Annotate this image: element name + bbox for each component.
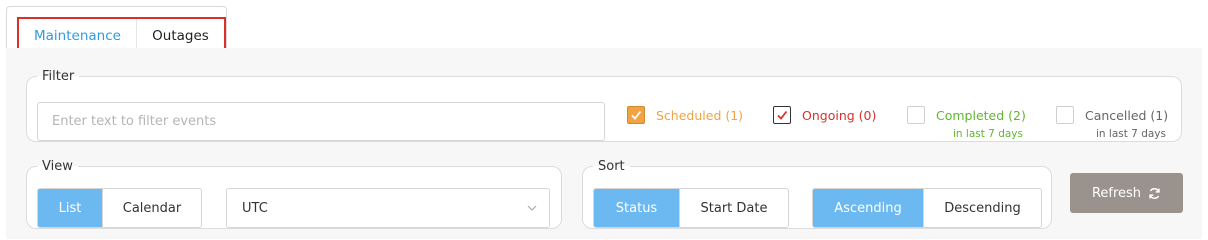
- completed-checkbox[interactable]: [907, 106, 925, 124]
- sort-legend: Sort: [598, 159, 625, 174]
- view-group: View List Calendar UTC: [26, 159, 562, 229]
- chevron-down-icon: [527, 205, 537, 211]
- cancelled-label[interactable]: Cancelled (1): [1085, 108, 1168, 123]
- filter-input[interactable]: [37, 102, 605, 141]
- filter-group: Filter Scheduled (1) Ongoing (0) Complet…: [26, 69, 1182, 142]
- sort-descending-button[interactable]: Descending: [923, 189, 1041, 227]
- sort-group: Sort Status Start Date Ascending Descend…: [582, 159, 1052, 229]
- scheduled-checkbox[interactable]: [627, 106, 645, 124]
- sort-order-toggle: Ascending Descending: [812, 188, 1042, 228]
- check-icon: [631, 110, 642, 120]
- cancelled-subtext: in last 7 days: [1096, 128, 1166, 140]
- sort-field-toggle: Status Start Date: [593, 188, 789, 228]
- view-legend: View: [42, 159, 73, 174]
- scheduled-label[interactable]: Scheduled (1): [656, 108, 743, 123]
- cancelled-checkbox[interactable]: [1056, 106, 1074, 124]
- completed-subtext: in last 7 days: [953, 128, 1023, 140]
- ongoing-checkbox[interactable]: [773, 106, 791, 124]
- timezone-value: UTC: [242, 200, 268, 216]
- sort-status-button[interactable]: Status: [594, 189, 679, 227]
- check-icon: [777, 110, 788, 120]
- sort-ascending-button[interactable]: Ascending: [813, 189, 923, 227]
- filter-legend: Filter: [42, 69, 75, 84]
- sort-start-date-button[interactable]: Start Date: [679, 189, 788, 227]
- view-list-button[interactable]: List: [38, 189, 102, 227]
- ongoing-label[interactable]: Ongoing (0): [802, 108, 876, 123]
- refresh-button[interactable]: Refresh: [1070, 173, 1183, 213]
- view-calendar-button[interactable]: Calendar: [102, 189, 201, 227]
- view-toggle: List Calendar: [37, 188, 202, 228]
- tabs-container: Maintenance Outages: [6, 6, 227, 55]
- refresh-label: Refresh: [1091, 185, 1142, 201]
- completed-label[interactable]: Completed (2): [936, 108, 1026, 123]
- timezone-select[interactable]: UTC: [226, 188, 550, 228]
- refresh-icon: [1149, 187, 1160, 199]
- content-panel: Filter Scheduled (1) Ongoing (0) Complet…: [6, 48, 1202, 239]
